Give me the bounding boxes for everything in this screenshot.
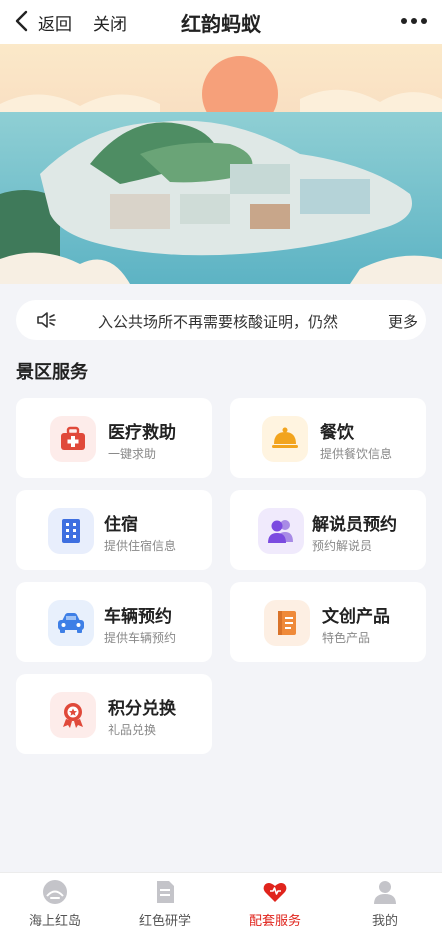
user-icon bbox=[374, 881, 396, 904]
tab-label: 海上红岛 bbox=[28, 914, 81, 929]
service-title: 解说员预约 bbox=[312, 515, 397, 535]
tab-sea-red-island[interactable]: 海上红岛 bbox=[0, 873, 110, 934]
building-icon bbox=[48, 508, 94, 554]
document-icon bbox=[157, 881, 174, 903]
tab-label: 我的 bbox=[371, 914, 398, 929]
page-title: 红韵蚂蚁 bbox=[181, 12, 261, 36]
service-title: 车辆预约 bbox=[104, 607, 172, 627]
service-subtitle: 提供住宿信息 bbox=[104, 539, 177, 553]
notice-text: 入公共场所不再需要核酸证明，仍然 bbox=[98, 313, 339, 331]
back-arrow-icon[interactable] bbox=[14, 10, 30, 32]
food-cloche-icon bbox=[262, 416, 308, 462]
tab-label: 配套服务 bbox=[248, 914, 301, 929]
notice-bar[interactable]: 入公共场所不再需要核酸证明，仍然 更多 bbox=[16, 300, 426, 340]
service-subtitle: 礼品兑换 bbox=[108, 723, 157, 737]
service-card-vehicle-booking[interactable]: 车辆预约 提供车辆预约 bbox=[16, 582, 212, 662]
tab-support-services[interactable]: 配套服务 bbox=[220, 873, 330, 934]
top-nav-bar: 返回 关闭 红韵蚂蚁 bbox=[0, 0, 442, 44]
service-title: 住宿 bbox=[104, 515, 138, 535]
first-aid-kit-icon bbox=[50, 416, 96, 462]
service-title: 餐饮 bbox=[320, 423, 354, 443]
heart-icon bbox=[263, 883, 287, 902]
section-title: 景区服务 bbox=[16, 362, 88, 383]
service-title: 文创产品 bbox=[322, 607, 390, 627]
service-card-cultural-products[interactable]: 文创产品 特色产品 bbox=[230, 582, 426, 662]
back-button[interactable]: 返回 bbox=[38, 10, 72, 35]
tab-label: 红色研学 bbox=[138, 914, 191, 929]
notice-more-button[interactable]: 更多 bbox=[388, 311, 418, 332]
service-card-medical[interactable]: 医疗救助 一键求助 bbox=[16, 398, 212, 478]
tab-red-study[interactable]: 红色研学 bbox=[110, 873, 220, 934]
car-icon bbox=[48, 600, 94, 646]
island-icon bbox=[43, 880, 67, 904]
service-subtitle: 一键求助 bbox=[108, 447, 157, 461]
bottom-tab-bar: 海上红岛 红色研学 配套服务 我的 bbox=[0, 872, 442, 934]
more-options-icon[interactable] bbox=[400, 14, 428, 28]
service-subtitle: 特色产品 bbox=[322, 631, 371, 645]
service-subtitle: 提供餐饮信息 bbox=[320, 447, 393, 461]
service-card-dining[interactable]: 餐饮 提供餐饮信息 bbox=[230, 398, 426, 478]
island-banner-image[interactable] bbox=[0, 44, 442, 284]
service-card-lodging[interactable]: 住宿 提供住宿信息 bbox=[16, 490, 212, 570]
service-title: 医疗救助 bbox=[108, 423, 176, 443]
service-card-guide-booking[interactable]: 解说员预约 预约解说员 bbox=[230, 490, 426, 570]
medal-icon bbox=[50, 692, 96, 738]
people-icon bbox=[258, 508, 304, 554]
tab-mine[interactable]: 我的 bbox=[330, 873, 440, 934]
speaker-icon bbox=[37, 312, 56, 328]
service-title: 积分兑换 bbox=[108, 699, 176, 719]
close-button[interactable]: 关闭 bbox=[93, 10, 127, 35]
service-card-points-exchange[interactable]: 积分兑换 礼品兑换 bbox=[16, 674, 212, 754]
service-subtitle: 预约解说员 bbox=[312, 539, 373, 553]
notebook-icon bbox=[264, 600, 310, 646]
service-subtitle: 提供车辆预约 bbox=[104, 631, 177, 645]
